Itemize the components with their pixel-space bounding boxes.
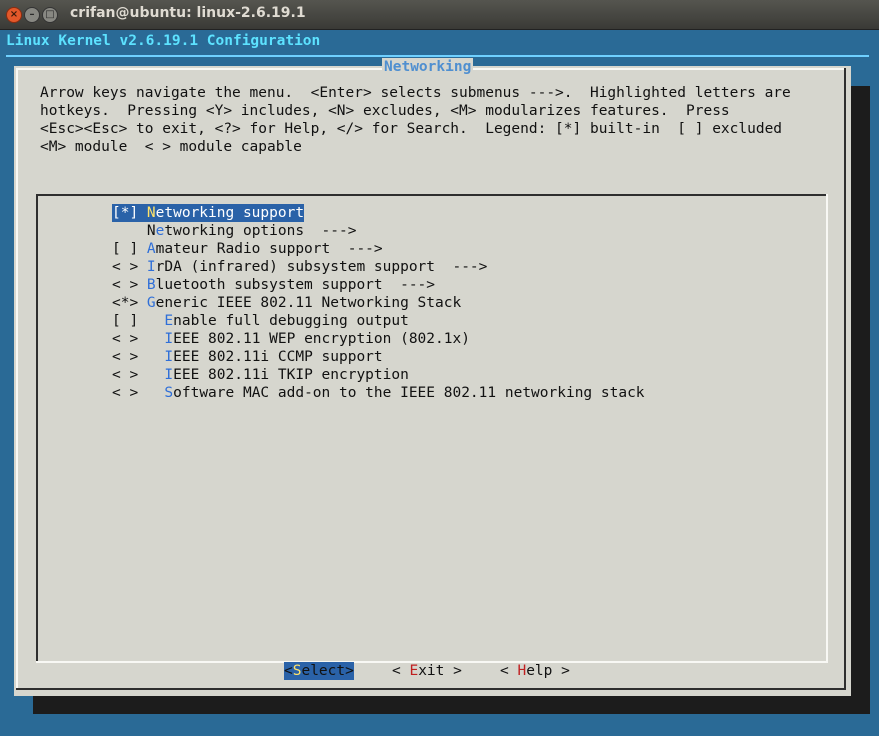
help-text-line: hotkeys. Pressing <Y> includes, <N> excl… xyxy=(40,103,730,119)
dialog-border-right xyxy=(844,68,846,690)
exit-button[interactable]: < Exit > xyxy=(392,662,462,680)
minimize-icon: – xyxy=(29,9,35,20)
help-text-line: <Esc><Esc> to exit, <?> for Help, </> fo… xyxy=(40,121,783,137)
menu-item-irda[interactable]: < > IrDA (infrared) subsystem support --… xyxy=(112,258,487,276)
back-title: Linux Kernel v2.6.19.1 Configuration xyxy=(6,33,321,49)
window-titlebar: × – □ crifan@ubuntu: linux-2.6.19.1 xyxy=(0,0,879,30)
menu-item-amateur-radio[interactable]: [ ] Amateur Radio support ---> xyxy=(112,240,383,258)
back-title-underline xyxy=(6,55,869,57)
menu-border-right xyxy=(826,194,828,663)
terminal-window: × – □ crifan@ubuntu: linux-2.6.19.1 Linu… xyxy=(0,0,879,736)
menu-item-debug-output[interactable]: [ ] Enable full debugging output xyxy=(112,312,409,330)
networking-dialog: Networking Arrow keys navigate the menu.… xyxy=(14,58,851,696)
minimize-window-button[interactable]: – xyxy=(24,7,40,23)
dialog-title: Networking xyxy=(382,58,474,76)
terminal-screen: Linux Kernel v2.6.19.1 Configuration Net… xyxy=(0,30,879,736)
menu-item-networking-support[interactable]: [*] Networking support xyxy=(112,204,305,222)
menu-item-tkip-encryption[interactable]: < > IEEE 802.11i TKIP encryption xyxy=(112,366,409,384)
menu-border-left xyxy=(36,194,38,663)
menu-item-wep-encryption[interactable]: < > IEEE 802.11 WEP encryption (802.1x) xyxy=(112,330,470,348)
dialog-border-bottom xyxy=(16,688,846,690)
menu-item-ieee80211-stack[interactable]: <*> Generic IEEE 802.11 Networking Stack xyxy=(112,294,461,312)
menu-item-networking-options[interactable]: Networking options ---> xyxy=(112,222,357,240)
help-text-line: Arrow keys navigate the menu. <Enter> se… xyxy=(40,85,791,101)
help-button[interactable]: < Help > xyxy=(500,662,570,680)
menu-item-ccmp-support[interactable]: < > IEEE 802.11i CCMP support xyxy=(112,348,383,366)
menu-item-softmac[interactable]: < > Software MAC add-on to the IEEE 802.… xyxy=(112,384,645,402)
menu-border-top xyxy=(36,194,828,196)
menu-list[interactable]: [*] Networking support Networking option… xyxy=(36,194,828,663)
close-window-button[interactable]: × xyxy=(6,7,22,23)
window-title: crifan@ubuntu: linux-2.6.19.1 xyxy=(70,5,306,21)
maximize-icon: □ xyxy=(45,9,55,20)
maximize-window-button[interactable]: □ xyxy=(42,7,58,23)
close-icon: × xyxy=(9,9,19,20)
dialog-border-left xyxy=(16,68,18,690)
select-button[interactable]: <Select> xyxy=(284,662,354,680)
help-text-line: <M> module < > module capable xyxy=(40,139,302,155)
menu-item-bluetooth[interactable]: < > Bluetooth subsystem support ---> xyxy=(112,276,435,294)
